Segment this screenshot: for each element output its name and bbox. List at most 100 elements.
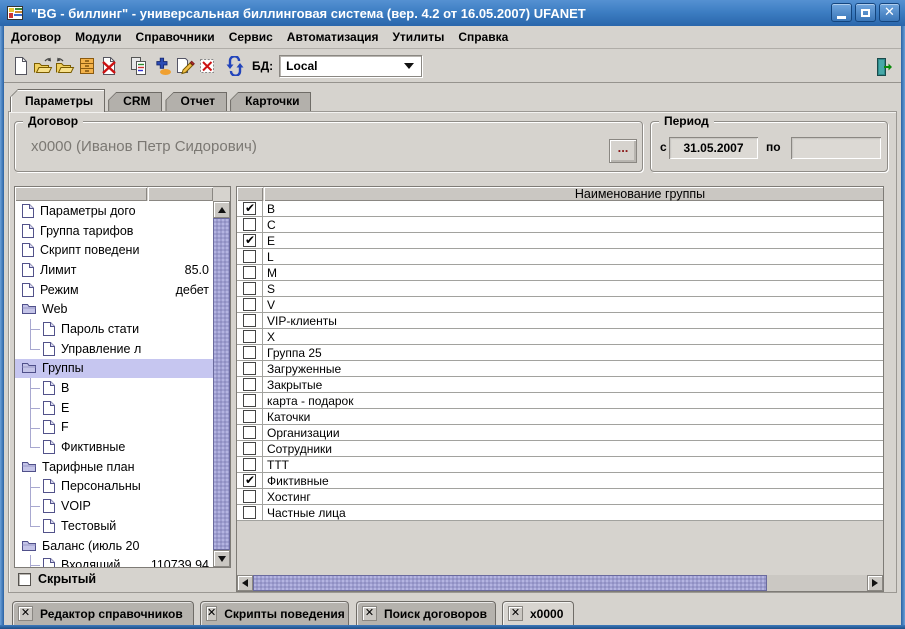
tree-item-3[interactable]: Лимит85.0 <box>15 260 213 280</box>
scroll-up-button[interactable] <box>213 201 230 218</box>
tree-item-7[interactable]: Управление л <box>15 339 213 359</box>
maximize-button[interactable] <box>855 3 876 22</box>
save-folder-icon[interactable] <box>54 55 76 77</box>
close-button[interactable]: ✕ <box>879 3 900 22</box>
group-row-14[interactable]: Организации <box>237 425 883 441</box>
hidden-checkbox[interactable] <box>18 573 31 586</box>
scroll-right-button[interactable] <box>867 575 883 591</box>
group-row-7[interactable]: VIP-клиенты <box>237 313 883 329</box>
group-checkbox[interactable] <box>243 218 256 231</box>
tree-item-4[interactable]: Режимдебет <box>15 280 213 300</box>
refresh-icon[interactable] <box>224 55 246 77</box>
tree-item-18[interactable]: Входящий110739.94 <box>15 555 213 567</box>
group-row-17[interactable]: Фиктивные <box>237 473 883 489</box>
group-row-9[interactable]: Группа 25 <box>237 345 883 361</box>
tree-item-5[interactable]: Web <box>15 299 213 319</box>
copy-document-icon[interactable] <box>128 55 150 77</box>
group-row-4[interactable]: M <box>237 265 883 281</box>
group-checkbox[interactable] <box>243 202 256 215</box>
tab-parameters[interactable]: Параметры <box>10 89 105 112</box>
tree-header-value[interactable] <box>148 187 213 201</box>
tree-item-6[interactable]: Пароль стати <box>15 319 213 339</box>
period-to-field[interactable] <box>791 137 881 159</box>
group-row-2[interactable]: E <box>237 233 883 249</box>
group-checkbox[interactable] <box>243 458 256 471</box>
group-row-8[interactable]: X <box>237 329 883 345</box>
group-row-6[interactable]: V <box>237 297 883 313</box>
groups-table-header-checkbox[interactable] <box>237 187 263 201</box>
group-row-12[interactable]: карта - подарок <box>237 393 883 409</box>
group-checkbox[interactable] <box>243 314 256 327</box>
tree-header-name[interactable] <box>15 187 147 201</box>
bottom-tab-contract-x0000[interactable]: ✕x0000 <box>502 601 574 625</box>
group-checkbox[interactable] <box>243 410 256 423</box>
groups-scrollbar-thumb[interactable] <box>253 575 767 591</box>
group-checkbox[interactable] <box>243 346 256 359</box>
tree-item-1[interactable]: Группа тарифов <box>15 221 213 241</box>
delete-document-icon[interactable] <box>98 55 120 77</box>
group-row-0[interactable]: B <box>237 201 883 217</box>
find-contract-icon[interactable] <box>174 55 196 77</box>
tree-item-14[interactable]: Персональны <box>15 477 213 497</box>
bottom-tab-contract-search[interactable]: ✕Поиск договоров <box>356 601 496 625</box>
group-checkbox[interactable] <box>243 282 256 295</box>
group-row-13[interactable]: Каточки <box>237 409 883 425</box>
delete-edit-icon[interactable] <box>196 55 218 77</box>
menu-item-modules[interactable]: Модули <box>68 30 128 44</box>
group-row-19[interactable]: Частные лица <box>237 505 883 521</box>
menu-item-directories[interactable]: Справочники <box>129 30 222 44</box>
group-checkbox[interactable] <box>243 426 256 439</box>
cabinet-icon[interactable] <box>76 55 98 77</box>
group-row-16[interactable]: TTT <box>237 457 883 473</box>
group-checkbox[interactable] <box>243 442 256 455</box>
menu-item-contract[interactable]: Договор <box>4 30 68 44</box>
tree-item-2[interactable]: Скрипт поведени <box>15 240 213 260</box>
tree-item-8[interactable]: Группы <box>15 359 213 379</box>
menu-item-service[interactable]: Сервис <box>222 30 280 44</box>
tree-item-10[interactable]: E <box>15 398 213 418</box>
group-checkbox[interactable] <box>243 490 256 503</box>
group-row-18[interactable]: Хостинг <box>237 489 883 505</box>
open-folder-icon[interactable] <box>32 55 54 77</box>
db-combobox[interactable]: Local <box>279 55 422 77</box>
exit-icon[interactable] <box>873 56 895 78</box>
tree-item-11[interactable]: F <box>15 418 213 438</box>
group-row-3[interactable]: L <box>237 249 883 265</box>
groups-table-horizontal-scrollbar[interactable] <box>237 575 883 591</box>
bottom-tab-directory-editor[interactable]: ✕Редактор справочников <box>12 601 194 625</box>
contract-browse-button[interactable]: ... <box>609 139 637 163</box>
group-checkbox[interactable] <box>243 394 256 407</box>
group-checkbox[interactable] <box>243 362 256 375</box>
tree-item-16[interactable]: Тестовый <box>15 516 213 536</box>
tab-cards[interactable]: Карточки <box>230 92 311 111</box>
group-checkbox[interactable] <box>243 378 256 391</box>
add-contract-icon[interactable] <box>152 55 174 77</box>
tree-item-17[interactable]: Баланс (июль 20 <box>15 536 213 556</box>
group-row-11[interactable]: Закрытые <box>237 377 883 393</box>
menu-item-help[interactable]: Справка <box>451 30 515 44</box>
tree-vertical-scrollbar[interactable] <box>213 201 230 567</box>
new-document-icon[interactable] <box>10 55 32 77</box>
tree-item-13[interactable]: Тарифные план <box>15 457 213 477</box>
period-from-field[interactable]: 31.05.2007 <box>669 137 758 159</box>
groups-table-header-name[interactable]: Наименование группы <box>264 187 883 201</box>
menu-item-automation[interactable]: Автоматизация <box>280 30 386 44</box>
group-row-10[interactable]: Загруженные <box>237 361 883 377</box>
tree-item-9[interactable]: B <box>15 378 213 398</box>
close-tab-button[interactable]: ✕ <box>508 606 523 621</box>
group-row-5[interactable]: S <box>237 281 883 297</box>
group-checkbox[interactable] <box>243 298 256 311</box>
group-checkbox[interactable] <box>243 266 256 279</box>
bottom-tab-behavior-scripts[interactable]: ✕Скрипты поведения <box>200 601 349 625</box>
group-checkbox[interactable] <box>243 330 256 343</box>
minimize-button[interactable] <box>831 3 852 22</box>
scroll-left-button[interactable] <box>237 575 253 591</box>
tree-scrollbar-thumb[interactable] <box>213 218 230 550</box>
tree-item-12[interactable]: Фиктивные <box>15 437 213 457</box>
group-checkbox[interactable] <box>243 506 256 519</box>
tab-report[interactable]: Отчет <box>165 92 227 111</box>
close-tab-button[interactable]: ✕ <box>18 606 33 621</box>
group-checkbox[interactable] <box>243 474 256 487</box>
tree-item-0[interactable]: Параметры дого <box>15 201 213 221</box>
tree-item-15[interactable]: VOIP <box>15 496 213 516</box>
